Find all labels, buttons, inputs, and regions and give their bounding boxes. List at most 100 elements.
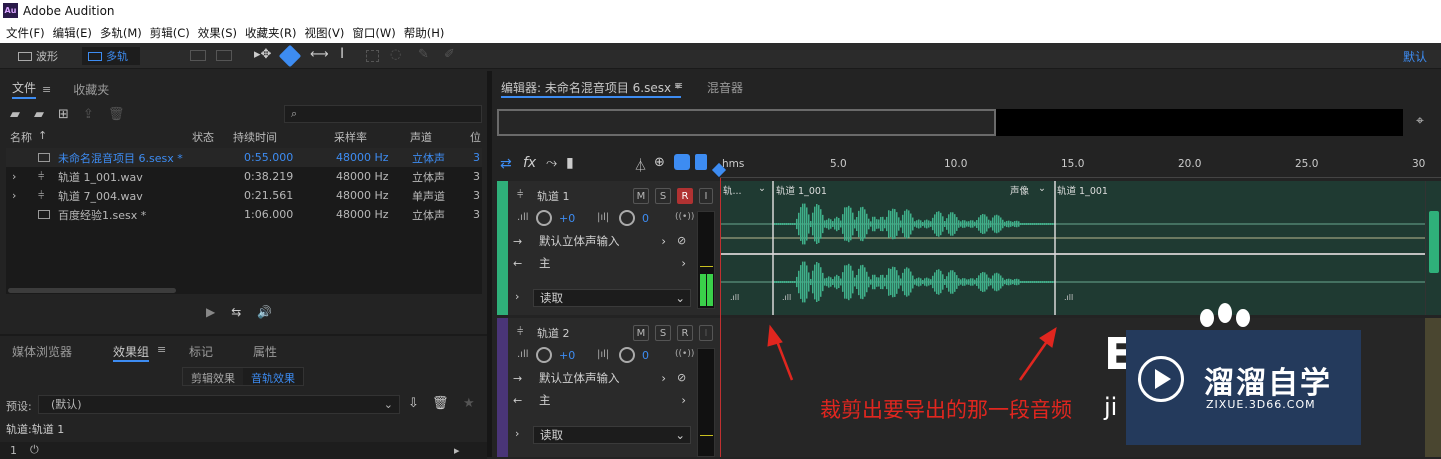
- panel-menu-icon[interactable]: ≡: [674, 79, 683, 92]
- file-search-input[interactable]: ⌕: [284, 105, 482, 123]
- col-samplerate[interactable]: 采样率: [334, 129, 367, 145]
- input-monitor-button[interactable]: I: [699, 325, 713, 341]
- file-row[interactable]: 未命名混音项目 6.sesx * 0:55.000 48000 Hz 立体声 3: [6, 148, 482, 167]
- open-file-icon[interactable]: ▰: [10, 107, 20, 122]
- menu-view[interactable]: 视图(V): [305, 25, 345, 41]
- clip-label[interactable]: 轨道 1_001: [1057, 183, 1108, 197]
- menu-file[interactable]: 文件(F): [6, 25, 45, 41]
- solo-button[interactable]: S: [655, 325, 671, 341]
- volume-value[interactable]: +0: [559, 349, 575, 362]
- col-duration[interactable]: 持续时间: [233, 129, 277, 145]
- lasso-tool-icon[interactable]: ◌: [390, 47, 401, 62]
- multitrack-view-button[interactable]: 多轨: [82, 47, 140, 65]
- tab-files[interactable]: 文件: [12, 79, 37, 99]
- track-name[interactable]: 轨道 2: [537, 325, 570, 341]
- clip-gain-icon[interactable]: .ıll: [730, 293, 739, 302]
- file-row[interactable]: › ⫩ 轨道 1_001.wav 0:38.219 48000 Hz 立体声 3: [6, 167, 482, 186]
- marquee-tool-icon[interactable]: [366, 50, 379, 62]
- sync-icon[interactable]: ⇄: [500, 156, 512, 172]
- input-dropdown[interactable]: 默认立体声输入 ›: [533, 233, 671, 251]
- volume-value[interactable]: +0: [559, 212, 575, 225]
- menu-multitrack[interactable]: 多轨(M): [100, 25, 142, 41]
- play-icon[interactable]: ▶: [206, 305, 215, 319]
- clip-effects-tab[interactable]: 剪辑效果: [183, 368, 243, 385]
- volume-knob[interactable]: [536, 210, 552, 226]
- waveform-view-button[interactable]: 波形: [18, 47, 76, 65]
- insert-into-icon[interactable]: ⇪: [83, 107, 94, 122]
- files-scrollbar[interactable]: [8, 288, 176, 293]
- delete-preset-icon[interactable]: 🗑: [432, 396, 449, 411]
- menu-window[interactable]: 窗口(W): [352, 25, 395, 41]
- tab-editor[interactable]: 编辑器: 未命名混音项目 6.sesx *: [501, 79, 681, 98]
- fx-button[interactable]: fx: [523, 155, 536, 171]
- tab-media-browser[interactable]: 媒体浏览器: [12, 343, 72, 360]
- stereo-icon[interactable]: ((•)): [675, 349, 694, 359]
- razor-tool-icon[interactable]: [278, 44, 302, 68]
- tab-properties[interactable]: 属性: [253, 343, 277, 360]
- spectral-frequency-icon[interactable]: [190, 50, 206, 61]
- expand-chevron-icon[interactable]: ›: [515, 290, 519, 303]
- tab-markers[interactable]: 标记: [189, 343, 213, 360]
- overview-zoom-bar[interactable]: [497, 109, 1403, 136]
- automation-dropdown[interactable]: 读取 ⌄: [533, 426, 691, 444]
- tab-favorites[interactable]: 收藏夹: [73, 81, 109, 98]
- output-dropdown[interactable]: 主 ›: [533, 255, 691, 273]
- workspace-selector[interactable]: 默认: [1403, 48, 1427, 65]
- clip-gain-icon[interactable]: .ıll: [1064, 293, 1073, 302]
- panel-menu-icon[interactable]: ≡: [42, 83, 51, 96]
- tab-mixer[interactable]: 混音器: [707, 79, 743, 96]
- slot-arrow-icon[interactable]: ▸: [454, 444, 460, 457]
- menu-edit[interactable]: 编辑(E): [53, 25, 92, 41]
- track-effects-tab[interactable]: 音轨效果: [243, 368, 303, 385]
- record-icon[interactable]: ⊕: [654, 155, 665, 170]
- track-1-header[interactable]: ⫩ 轨道 1 M S R I .ıll +0 |ıl| 0 ((•)) → 默认…: [497, 181, 720, 315]
- record-arm-button[interactable]: R: [677, 188, 693, 204]
- import-file-icon[interactable]: ▰: [34, 107, 44, 122]
- tab-effects-rack[interactable]: 效果组: [113, 343, 150, 362]
- input-monitor-button[interactable]: I: [699, 188, 713, 204]
- headphones-icon[interactable]: [674, 154, 690, 170]
- zoom-navigator-icon[interactable]: ⌖: [1416, 113, 1424, 129]
- panel-menu-icon[interactable]: ≡: [157, 343, 166, 356]
- automation-dropdown[interactable]: 读取 ⌄: [533, 289, 691, 307]
- pan-envelope-label[interactable]: 声像: [1010, 183, 1029, 197]
- track-1-lane[interactable]: 轨... ⌄ 轨道 1_001 声像 ⌄ 轨道 1_001 .ıll .ıll …: [720, 181, 1441, 315]
- file-row[interactable]: 百度经验1.sesx * 1:06.000 48000 Hz 立体声 3: [6, 205, 482, 224]
- record-arm-button[interactable]: R: [677, 325, 693, 341]
- move-tool-icon[interactable]: ▸✥: [254, 47, 271, 62]
- preset-dropdown[interactable]: (默认) ⌄: [38, 395, 400, 414]
- phase-invert-icon[interactable]: ⊘: [677, 371, 686, 384]
- clip-gain-icon[interactable]: .ıll: [782, 293, 791, 302]
- col-status[interactable]: 状态: [192, 129, 214, 145]
- volume-knob[interactable]: [536, 347, 552, 363]
- stereo-icon[interactable]: ((•)): [675, 212, 694, 222]
- overview-viewport[interactable]: [497, 109, 996, 136]
- spot-healing-icon[interactable]: ✐: [444, 47, 455, 62]
- save-preset-icon[interactable]: ⇩: [408, 396, 419, 411]
- delete-icon[interactable]: 🗑: [108, 107, 125, 122]
- track-2-header[interactable]: ⫩ 轨道 2 M S R I .ıll +0 |ıl| 0 ((•)) → 默认…: [497, 318, 720, 457]
- track-name[interactable]: 轨道 1: [537, 188, 570, 204]
- mute-button[interactable]: M: [633, 188, 649, 204]
- clip-label[interactable]: 轨道 1_001: [776, 183, 827, 197]
- pan-knob[interactable]: [619, 347, 635, 363]
- col-name[interactable]: 名称: [10, 129, 32, 145]
- power-icon[interactable]: ⏻: [30, 443, 39, 457]
- spectral-pitch-icon[interactable]: [216, 50, 232, 61]
- eq-icon[interactable]: ▮: [566, 155, 574, 171]
- snap-icon[interactable]: [695, 154, 707, 170]
- slip-tool-icon[interactable]: ⟷: [310, 47, 329, 62]
- new-file-icon[interactable]: ⊞: [58, 107, 69, 122]
- loop-icon[interactable]: ⇆: [231, 305, 241, 319]
- metronome-icon[interactable]: ⏃: [634, 155, 647, 174]
- file-row[interactable]: › ⫩ 轨道 7_004.wav 0:21.561 48000 Hz 单声道 3: [6, 186, 482, 205]
- col-bits[interactable]: 位: [470, 129, 481, 145]
- time-selection-tool-icon[interactable]: I: [340, 46, 344, 62]
- expand-chevron-icon[interactable]: ›: [515, 427, 519, 440]
- pan-knob[interactable]: [619, 210, 635, 226]
- menu-clip[interactable]: 剪辑(C): [150, 25, 190, 41]
- solo-button[interactable]: S: [655, 188, 671, 204]
- autoplay-icon[interactable]: 🔊: [257, 305, 272, 319]
- brush-tool-icon[interactable]: ✎: [418, 47, 429, 62]
- favorite-star-icon[interactable]: ★: [463, 396, 475, 411]
